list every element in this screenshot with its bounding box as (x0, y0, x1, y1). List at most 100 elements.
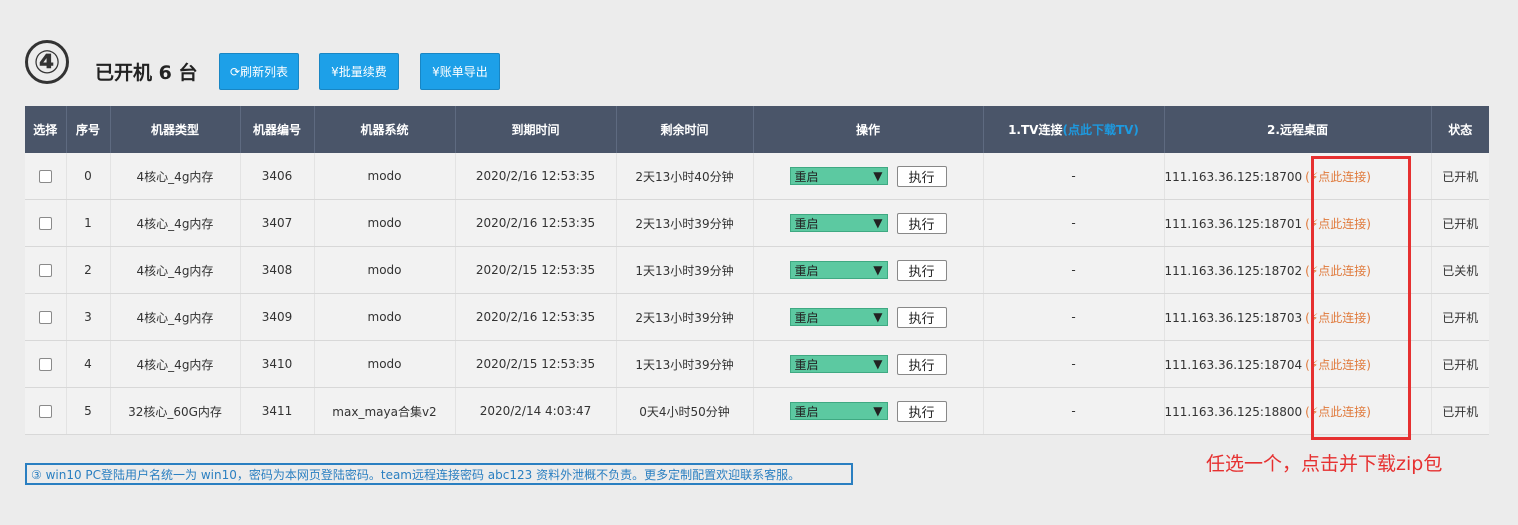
table-row: 1 4核心_4g内存 3407 modo 2020/2/16 12:53:35 … (25, 199, 1489, 247)
remote-address: 111.163.36.125:18800 (1164, 404, 1303, 419)
connect-link[interactable]: (⚡点此连接) (1305, 170, 1371, 184)
select-cell (25, 153, 67, 200)
type-cell: 32核心_60G内存 (110, 387, 241, 435)
remote-address: 111.163.36.125:18700 (1164, 169, 1303, 184)
col-header-tv: 1.TV连接(点此下载TV) (983, 106, 1165, 153)
index-cell: 5 (66, 387, 111, 435)
status-cell: 已开机 (1431, 340, 1489, 388)
index-cell: 0 (66, 153, 111, 200)
connect-link[interactable]: (⚡点此连接) (1305, 311, 1371, 325)
annotation-text: 任选一个，点击并下载zip包 (1206, 453, 1443, 475)
index-cell: 1 (66, 199, 111, 247)
row-checkbox[interactable] (38, 311, 52, 324)
system-cell: modo (314, 199, 456, 247)
action-select[interactable]: 重启 ▼ (789, 402, 888, 420)
table-row: 2 4核心_4g内存 3408 modo 2020/2/15 12:53:35 … (25, 246, 1489, 294)
operation-controls: 重启 ▼ 执行 (754, 353, 983, 375)
action-select-value: 重启 (794, 357, 819, 372)
select-cell (25, 340, 67, 388)
execute-button[interactable]: 执行 (896, 212, 947, 234)
action-select-value: 重启 (794, 169, 819, 184)
type-cell: 4核心_4g内存 (110, 246, 241, 294)
col-header-type: 机器类型 (110, 106, 241, 153)
remote-address: 111.163.36.125:18704 (1164, 357, 1303, 372)
action-select[interactable]: 重启 ▼ (789, 214, 888, 232)
status-cell: 已开机 (1431, 153, 1489, 200)
system-cell: modo (314, 293, 456, 341)
number-cell: 3408 (240, 246, 315, 294)
remote-cell: 111.163.36.125:18703 (⚡点此连接) (1164, 293, 1432, 341)
number-cell: 3407 (240, 199, 315, 247)
execute-button[interactable]: 执行 (896, 400, 947, 422)
step-number-badge: ④ (25, 40, 69, 84)
remote-cell: 111.163.36.125:18704 (⚡点此连接) (1164, 340, 1432, 388)
connect-link[interactable]: (⚡点此连接) (1305, 264, 1371, 278)
row-checkbox[interactable] (38, 170, 52, 183)
status-cell: 已开机 (1431, 199, 1489, 247)
col-header-status: 状态 (1431, 106, 1489, 153)
operation-controls: 重启 ▼ 执行 (754, 400, 983, 422)
connect-link[interactable]: (⚡点此连接) (1305, 405, 1371, 419)
chevron-down-icon: ▼ (873, 263, 883, 277)
execute-button[interactable]: 执行 (896, 353, 947, 375)
remote-cell: 111.163.36.125:18701 (⚡点此连接) (1164, 199, 1432, 247)
row-checkbox[interactable] (38, 358, 52, 371)
execute-button[interactable]: 执行 (896, 259, 947, 281)
chevron-down-icon: ▼ (873, 169, 883, 183)
action-select[interactable]: 重启 ▼ (789, 167, 888, 185)
type-cell: 4核心_4g内存 (110, 199, 241, 247)
index-cell: 3 (66, 293, 111, 341)
table-row: 3 4核心_4g内存 3409 modo 2020/2/16 12:53:35 … (25, 293, 1489, 341)
connect-link[interactable]: (⚡点此连接) (1305, 217, 1371, 231)
table-row: 0 4核心_4g内存 3406 modo 2020/2/16 12:53:35 … (25, 153, 1489, 200)
tv-cell: - (983, 340, 1165, 388)
remote-cell: 111.163.36.125:18800 (⚡点此连接) (1164, 387, 1432, 435)
connect-link[interactable]: (⚡点此连接) (1305, 358, 1371, 372)
row-checkbox[interactable] (38, 264, 52, 277)
execute-button[interactable]: 执行 (896, 165, 947, 187)
export-bill-button[interactable]: ¥账单导出 (420, 53, 500, 90)
select-cell (25, 199, 67, 247)
col-header-number: 机器编号 (240, 106, 315, 153)
operation-cell: 重启 ▼ 执行 (753, 293, 984, 341)
remaining-cell: 2天13小时39分钟 (616, 199, 754, 247)
index-cell: 4 (66, 340, 111, 388)
tv-cell: - (983, 293, 1165, 341)
row-checkbox[interactable] (38, 405, 52, 418)
operation-cell: 重启 ▼ 执行 (753, 387, 984, 435)
expiry-cell: 2020/2/15 12:53:35 (455, 246, 617, 294)
action-select[interactable]: 重启 ▼ (789, 308, 888, 326)
row-checkbox[interactable] (38, 217, 52, 230)
number-cell: 3409 (240, 293, 315, 341)
number-cell: 3411 (240, 387, 315, 435)
remaining-cell: 0天4小时50分钟 (616, 387, 754, 435)
select-cell (25, 387, 67, 435)
operation-controls: 重启 ▼ 执行 (754, 165, 983, 187)
status-cell: 已开机 (1431, 387, 1489, 435)
system-cell: max_maya合集v2 (314, 387, 456, 435)
footnote-notice: ③ win10 PC登陆用户名统一为 win10，密码为本网页登陆密码。team… (25, 463, 853, 485)
select-cell (25, 246, 67, 294)
action-select[interactable]: 重启 ▼ (789, 355, 888, 373)
execute-button[interactable]: 执行 (896, 306, 947, 328)
action-select-value: 重启 (794, 263, 819, 278)
remote-address: 111.163.36.125:18703 (1164, 310, 1303, 325)
remote-address: 111.163.36.125:18701 (1164, 216, 1303, 231)
table-row: 4 4核心_4g内存 3410 modo 2020/2/15 12:53:35 … (25, 340, 1489, 388)
number-cell: 3410 (240, 340, 315, 388)
expiry-cell: 2020/2/14 4:03:47 (455, 387, 617, 435)
tv-header-label: 1.TV连接 (1008, 123, 1063, 137)
batch-renew-button[interactable]: ¥批量续费 (319, 53, 399, 90)
status-cell: 已开机 (1431, 293, 1489, 341)
expiry-cell: 2020/2/16 12:53:35 (455, 293, 617, 341)
tv-cell: - (983, 387, 1165, 435)
download-tv-link[interactable]: (点此下载TV) (1062, 123, 1138, 137)
action-select-value: 重启 (794, 216, 819, 231)
remaining-cell: 1天13小时39分钟 (616, 340, 754, 388)
operation-controls: 重启 ▼ 执行 (754, 259, 983, 281)
select-cell (25, 293, 67, 341)
operation-controls: 重启 ▼ 执行 (754, 212, 983, 234)
action-select[interactable]: 重启 ▼ (789, 261, 888, 279)
col-header-index: 序号 (66, 106, 111, 153)
refresh-list-button[interactable]: ⟳刷新列表 (219, 53, 299, 90)
